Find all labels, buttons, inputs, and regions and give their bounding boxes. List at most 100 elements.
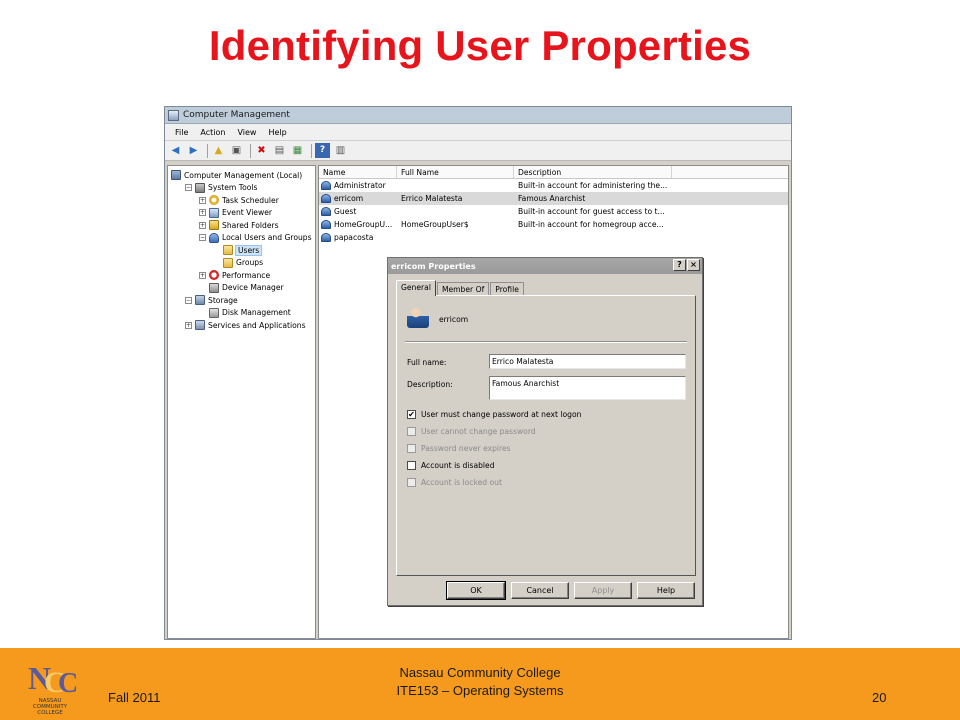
- checkbox-unchecked[interactable]: [407, 461, 416, 470]
- shared-folder-icon: [209, 220, 219, 231]
- checkbox-row: User cannot change password: [407, 427, 536, 436]
- ok-button[interactable]: OK: [446, 581, 506, 600]
- description-input[interactable]: Famous Anarchist: [489, 376, 686, 400]
- collapse-icon[interactable]: −: [185, 296, 192, 304]
- full-name-label: Full name:: [407, 358, 447, 367]
- cell-name: erricom: [319, 194, 397, 203]
- delete-icon[interactable]: ✖: [254, 143, 269, 158]
- dialog-titlebar: erricom Properties ? ×: [388, 258, 702, 274]
- expand-icon[interactable]: +: [199, 209, 206, 217]
- tree-item[interactable]: − Local Users and Groups: [168, 232, 315, 245]
- tree-item-label: Computer Management (Local): [184, 170, 303, 180]
- tree-item-label: Task Scheduler: [222, 195, 279, 205]
- menu-view[interactable]: View: [231, 124, 262, 141]
- cell-description: Built-in account for homegroup acce...: [518, 220, 664, 229]
- event-viewer-icon: [209, 207, 219, 218]
- device-manager-icon: [209, 282, 219, 293]
- forward-arrow-icon[interactable]: ▶: [186, 143, 201, 158]
- list-header: Name Full Name Description: [319, 166, 788, 179]
- expand-icon[interactable]: +: [199, 196, 206, 204]
- general-tab-panel: erricom Full name: Errico Malatesta Desc…: [396, 295, 696, 576]
- action-pane-icon[interactable]: ▥: [333, 143, 348, 158]
- user-name: papacosta: [334, 233, 374, 242]
- toolbar-separator: [311, 143, 312, 158]
- computer-management-icon: [168, 109, 179, 121]
- collapse-icon[interactable]: −: [199, 234, 206, 242]
- full-name-input[interactable]: Errico Malatesta: [489, 354, 686, 369]
- list-row-user[interactable]: Administrator Built-in account for admini…: [319, 179, 788, 192]
- column-name[interactable]: Name: [319, 166, 397, 178]
- menu-bar: File Action View Help: [165, 124, 791, 141]
- show-hide-tree-icon[interactable]: ▣: [229, 143, 244, 158]
- window-title: Computer Management: [183, 110, 290, 120]
- dialog-help-button[interactable]: ?: [673, 259, 686, 271]
- tree-item[interactable]: Users: [168, 244, 315, 257]
- user-icon: [321, 181, 331, 190]
- tree-item[interactable]: Device Manager: [168, 282, 315, 295]
- list-row-user[interactable]: papacosta: [319, 231, 788, 244]
- navigation-tree: Computer Management (Local) − System Tools…: [167, 165, 316, 639]
- account-username: erricom: [439, 315, 469, 324]
- list-row-user[interactable]: Guest Built-in account for guest access t…: [319, 205, 788, 218]
- checkbox-row[interactable]: Account is disabled: [407, 461, 495, 470]
- help-button[interactable]: Help: [637, 582, 695, 599]
- tree-item[interactable]: − System Tools: [168, 182, 315, 195]
- tree-item[interactable]: + Event Viewer: [168, 207, 315, 220]
- help-icon[interactable]: ?: [315, 143, 330, 158]
- up-folder-icon[interactable]: ▲: [211, 143, 226, 158]
- folder-icon: [223, 245, 233, 256]
- toolbar-separator: [207, 143, 208, 158]
- slide-footer: N C C NASSAU COMMUNITY COLLEGE Fall 2011…: [0, 648, 960, 720]
- tree-item[interactable]: Computer Management (Local): [168, 169, 315, 182]
- export-list-icon[interactable]: ▦: [290, 143, 305, 158]
- back-arrow-icon[interactable]: ◀: [168, 143, 183, 158]
- list-row-user[interactable]: HomeGroupU... HomeGroupUser$ Built-in acco…: [319, 218, 788, 231]
- checkbox-unchecked: [407, 427, 416, 436]
- users-icon: [209, 232, 219, 243]
- tree-item[interactable]: − Storage: [168, 294, 315, 307]
- expand-icon[interactable]: +: [185, 321, 192, 329]
- column-full-name[interactable]: Full Name: [397, 166, 514, 178]
- tree-item-label: Shared Folders: [222, 220, 279, 230]
- checkbox-row: Password never expires: [407, 444, 511, 453]
- expand-icon[interactable]: +: [199, 221, 206, 229]
- cancel-button[interactable]: Cancel: [511, 582, 569, 599]
- tree-item[interactable]: Disk Management: [168, 307, 315, 320]
- tab-member-of[interactable]: Member Of: [436, 282, 490, 296]
- clock-icon: [209, 195, 219, 206]
- user-name: Guest: [334, 207, 357, 216]
- collapse-icon[interactable]: −: [185, 184, 192, 192]
- menu-file[interactable]: File: [169, 124, 194, 141]
- tree-item-label: Event Viewer: [222, 208, 272, 218]
- cell-name: Guest: [319, 207, 397, 216]
- tools-icon: [195, 182, 205, 193]
- dialog-close-button[interactable]: ×: [687, 259, 700, 271]
- tree-item[interactable]: Groups: [168, 257, 315, 270]
- menu-action[interactable]: Action: [194, 124, 231, 141]
- tree-item[interactable]: + Task Scheduler: [168, 194, 315, 207]
- list-row-user[interactable]: erricom Errico Malatesta Famous Anarchist: [319, 192, 788, 205]
- column-description[interactable]: Description: [514, 166, 672, 178]
- cell-description: Built-in account for guest access to t..…: [518, 207, 665, 216]
- services-icon: [195, 320, 205, 331]
- slide-title: Identifying User Properties: [208, 22, 752, 69]
- performance-icon: [209, 270, 219, 281]
- checkbox-row[interactable]: ✔ User must change password at next logon: [407, 410, 581, 419]
- tree-item[interactable]: + Services and Applications: [168, 319, 315, 332]
- expand-icon[interactable]: +: [199, 271, 206, 279]
- tab-profile[interactable]: Profile: [490, 282, 524, 296]
- checkbox-unchecked: [407, 444, 416, 453]
- tree-item[interactable]: + Performance: [168, 269, 315, 282]
- tree-item-label: Groups: [236, 258, 264, 268]
- checkbox-checked[interactable]: ✔: [407, 410, 416, 419]
- properties-icon[interactable]: ▤: [272, 143, 287, 158]
- disk-icon: [209, 307, 219, 318]
- divider: [405, 341, 687, 343]
- tree-item-label: Disk Management: [222, 308, 291, 318]
- menu-help[interactable]: Help: [262, 124, 292, 141]
- tree-item[interactable]: + Shared Folders: [168, 219, 315, 232]
- tab-general[interactable]: General: [396, 280, 436, 296]
- user-icon: [321, 220, 331, 229]
